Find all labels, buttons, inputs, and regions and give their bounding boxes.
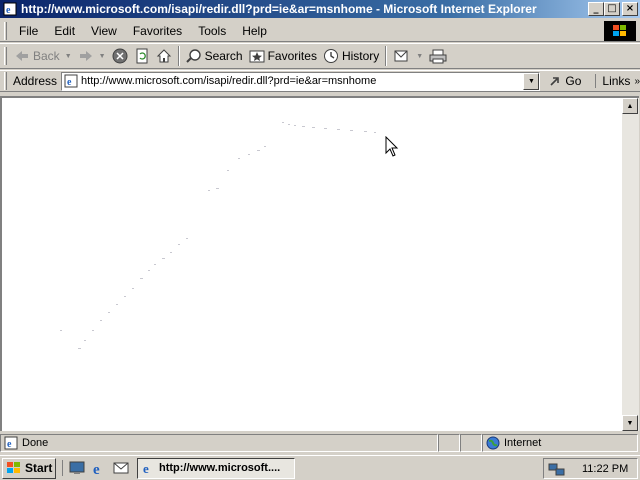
history-button[interactable]: History	[320, 45, 382, 67]
menu-favorites[interactable]: Favorites	[125, 22, 190, 40]
toolbar-separator	[177, 46, 180, 66]
toolbar-grip[interactable]	[4, 21, 7, 40]
address-url: http://www.microsoft.com/isapi/redir.dll…	[81, 75, 377, 87]
stop-icon	[112, 48, 128, 64]
chevron-down-icon[interactable]: ▼	[65, 53, 72, 60]
quick-launch: e	[62, 460, 129, 476]
close-button[interactable]: ×	[622, 2, 638, 16]
status-text: Done	[22, 437, 49, 449]
ie-page-icon: e	[4, 436, 18, 450]
history-label: History	[341, 49, 380, 63]
back-label: Back	[33, 49, 60, 63]
mail-button[interactable]: ▼	[390, 45, 426, 67]
ie-page-icon: e	[143, 461, 149, 475]
favorites-label: Favorites	[267, 49, 317, 63]
menu-file[interactable]: File	[11, 22, 46, 40]
taskbar-ie-window-button[interactable]: e http://www.microsoft....	[137, 457, 295, 479]
loading-artifacts	[60, 122, 376, 349]
search-label: Search	[204, 49, 243, 63]
status-progress-cell	[438, 434, 460, 452]
chevron-down-icon[interactable]: ▼	[99, 53, 106, 60]
svg-text:e: e	[6, 5, 11, 16]
toolbar-separator	[385, 46, 388, 66]
menu-tools[interactable]: Tools	[190, 22, 234, 40]
svg-text:e: e	[7, 439, 12, 450]
desktop-icon[interactable]	[69, 460, 85, 476]
history-icon	[323, 49, 338, 63]
windows-logo-icon	[604, 21, 636, 41]
scroll-down-button[interactable]: ▼	[622, 415, 638, 431]
title-bar[interactable]: e http://www.microsoft.com/isapi/redir.d…	[0, 0, 640, 18]
maximize-button[interactable]: □	[604, 2, 620, 16]
home-button[interactable]	[153, 45, 175, 67]
status-zone: Internet	[504, 437, 542, 449]
status-zone-cell: Internet	[482, 434, 638, 452]
back-button[interactable]: Back ▼	[11, 45, 75, 67]
svg-text:e: e	[93, 462, 100, 476]
ie-launch-icon[interactable]: e	[91, 460, 107, 476]
print-button[interactable]	[426, 45, 450, 67]
toolbar-grip[interactable]	[4, 47, 7, 65]
home-icon	[156, 49, 171, 63]
back-arrow-icon	[16, 51, 28, 61]
window-title: http://www.microsoft.com/isapi/redir.dll…	[21, 2, 537, 16]
stop-button[interactable]	[109, 45, 131, 67]
status-security-cell	[460, 434, 482, 452]
mail-icon	[394, 50, 408, 62]
ie-window: e http://www.microsoft.com/isapi/redir.d…	[0, 0, 640, 455]
search-icon	[185, 49, 201, 63]
address-dropdown-button[interactable]: ▼	[523, 72, 540, 90]
menu-bar: File Edit View Favorites Tools Help	[0, 20, 640, 42]
status-text-cell: e Done	[0, 434, 438, 452]
clock[interactable]: 11:22 PM	[582, 463, 628, 475]
outlook-icon[interactable]	[113, 460, 129, 476]
taskbar-task-label: http://www.microsoft....	[159, 462, 281, 474]
minimize-button[interactable]: _	[588, 2, 604, 16]
ie-page-icon: e	[2, 1, 18, 17]
toolbar-grip[interactable]	[4, 72, 7, 90]
chevron-right-icon: »	[634, 75, 640, 87]
menu-edit[interactable]: Edit	[46, 22, 83, 40]
standard-toolbar: Back ▼ ▼ Search Favorites History ▼	[0, 43, 640, 69]
search-button[interactable]: Search	[183, 45, 246, 67]
start-label: Start	[25, 461, 53, 475]
start-button[interactable]: Start	[2, 457, 56, 479]
address-bar: Address e http://www.microsoft.com/isapi…	[0, 70, 640, 92]
address-input[interactable]: e http://www.microsoft.com/isapi/redir.d…	[61, 71, 541, 91]
vertical-scrollbar[interactable]: ▲ ▼	[622, 96, 639, 431]
ie-page-icon: e	[64, 74, 78, 88]
menu-view[interactable]: View	[83, 22, 125, 40]
favorites-icon	[249, 50, 265, 63]
go-icon	[550, 77, 560, 86]
print-icon	[429, 49, 447, 64]
windows-logo-icon	[7, 462, 20, 473]
svg-text:e: e	[143, 461, 149, 475]
svg-text:e: e	[67, 77, 72, 88]
page-content[interactable]	[0, 96, 624, 431]
go-button[interactable]: Go	[548, 74, 581, 88]
status-bar: e Done Internet	[0, 433, 640, 453]
address-label: Address	[13, 74, 58, 88]
menu-help[interactable]: Help	[234, 22, 275, 40]
cursor-icon	[385, 136, 399, 157]
network-icon[interactable]	[548, 461, 566, 477]
forward-arrow-icon	[79, 51, 92, 61]
taskbar: Start e e http://www.microsoft.... 11:22…	[0, 455, 640, 480]
go-label: Go	[565, 74, 582, 88]
globe-icon	[486, 436, 500, 450]
system-tray: 11:22 PM	[543, 458, 638, 479]
refresh-button[interactable]	[131, 45, 153, 67]
scroll-up-button[interactable]: ▲	[622, 98, 638, 114]
forward-button[interactable]: ▼	[75, 45, 109, 67]
favorites-button[interactable]: Favorites	[246, 45, 320, 67]
links-label: Links	[602, 74, 631, 88]
links-button[interactable]: Links »	[595, 74, 640, 88]
refresh-icon	[136, 48, 148, 64]
chevron-down-icon[interactable]: ▼	[416, 53, 423, 60]
